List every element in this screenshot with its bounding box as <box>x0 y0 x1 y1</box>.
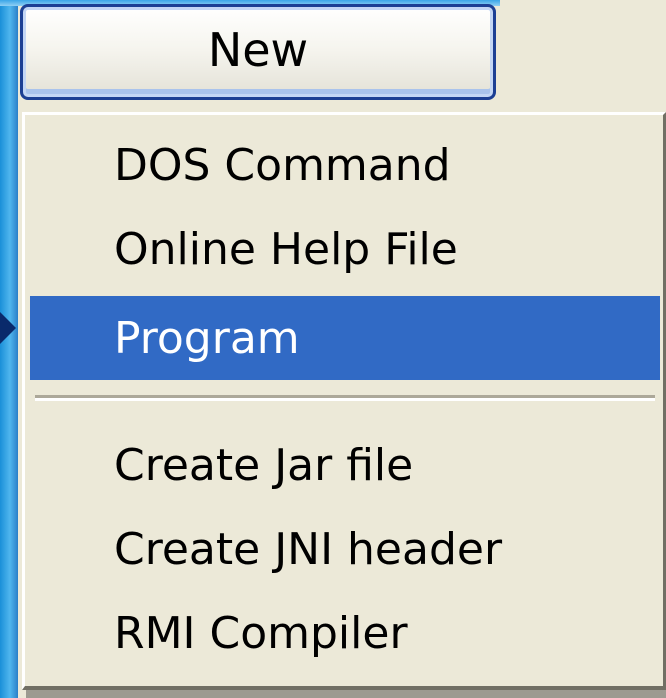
menu-item-create-jni-header[interactable]: Create JNI header <box>30 507 660 591</box>
menu-separator <box>35 395 655 401</box>
new-dropdown-menu: DOS Command Online Help File Program Cre… <box>22 112 666 690</box>
menu-item-label: RMI Compiler <box>114 607 408 659</box>
new-button[interactable]: New <box>20 4 496 100</box>
menu-item-online-help-file[interactable]: Online Help File <box>30 207 660 291</box>
menu-item-label: DOS Command <box>114 139 451 191</box>
menu-item-create-jar-file[interactable]: Create Jar file <box>30 423 660 507</box>
menu-item-rmi-compiler[interactable]: RMI Compiler <box>30 591 660 675</box>
window-edge <box>0 0 18 698</box>
menu-item-label: Online Help File <box>114 223 458 275</box>
menu-item-program[interactable]: Program <box>30 296 660 380</box>
menu-item-dos-command[interactable]: DOS Command <box>30 123 660 207</box>
menu-item-label: Create JNI header <box>114 523 503 575</box>
menu-item-label: Program <box>114 312 300 364</box>
submenu-arrow-icon <box>0 312 16 344</box>
background-panel <box>500 0 666 110</box>
menu-item-label: Create Jar file <box>114 439 414 491</box>
new-button-label: New <box>207 23 309 77</box>
